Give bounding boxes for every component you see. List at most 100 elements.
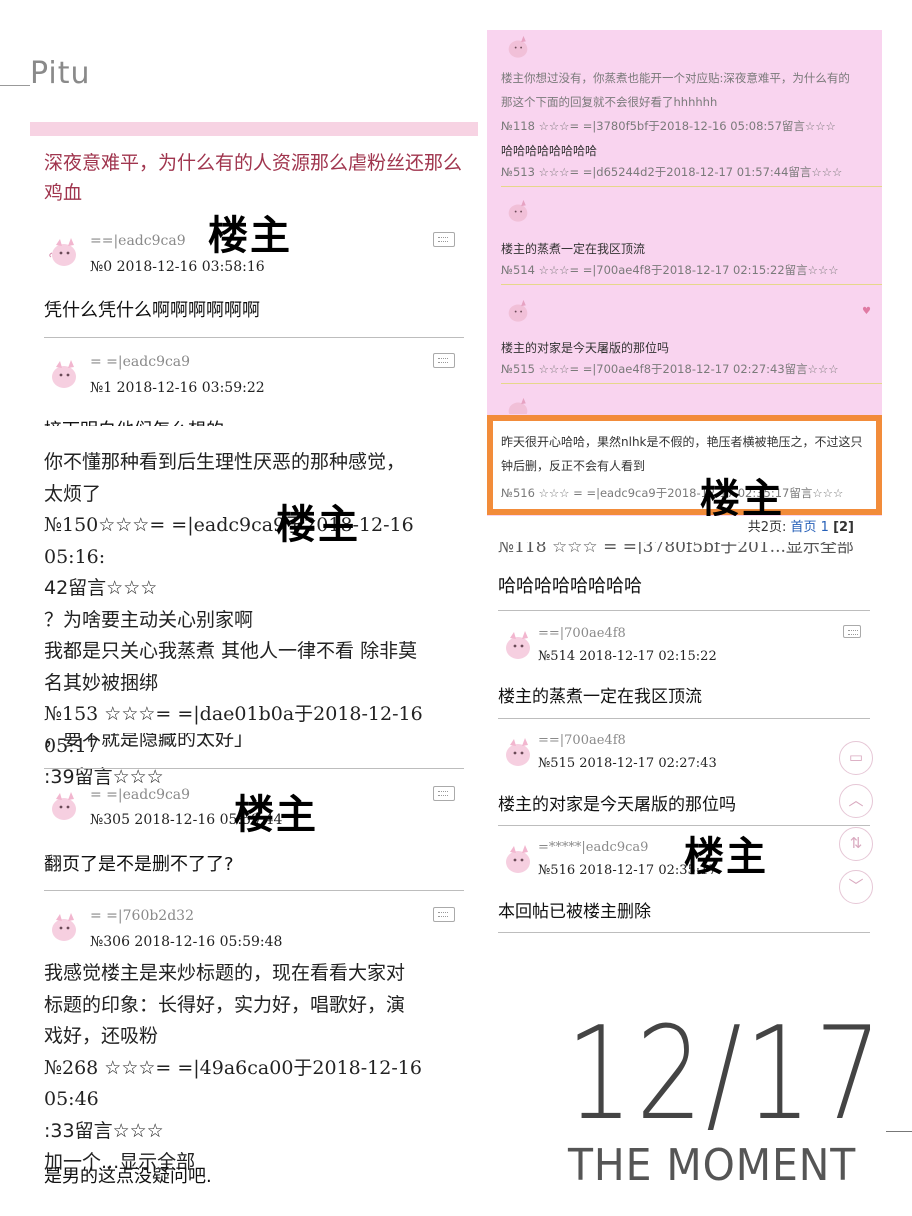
heart-icon: ♥: [862, 306, 871, 317]
post-user: = =|eadc9ca9: [90, 787, 191, 803]
reply-body: 钟后删，反正不会有人看到: [501, 459, 646, 473]
pagination: 共2页: 首页 1 [2]: [487, 516, 882, 540]
reply-body: 楼主的对家是今天屠版的那位吗: [501, 341, 670, 355]
chevron-up-icon: ︿: [848, 791, 864, 809]
louzhu-annotation: 楼主: [234, 792, 318, 838]
cut-text-clip: ，要不就是隐藏的太好」: [44, 733, 464, 750]
post-body: 翻页了是不是删不了了?: [44, 854, 234, 875]
divider: [501, 284, 882, 285]
post-user: ==|eadc9ca9: [90, 233, 186, 249]
text-line: 我都是只关心我蒸煮 其他人一律不看 除非莫: [44, 640, 418, 662]
avatar[interactable]: [46, 355, 82, 391]
date-stamp: 12/17: [566, 1000, 885, 1149]
reply-meta: №514 ☆☆☆= =|700ae4f8于2018-12-17 02:15:22…: [501, 263, 839, 277]
louzhu-annotation: 楼主: [208, 213, 292, 259]
reply-icon[interactable]: [433, 907, 455, 922]
text-line-cut: ，要不就是隐藏的太好」: [44, 733, 254, 750]
post-body: 是男的这点没疑问吧.: [44, 1166, 212, 1187]
post-meta: №515 2018-12-17 02:27:43: [538, 756, 717, 771]
divider: [44, 768, 464, 769]
divider: [44, 337, 464, 338]
post-meta: №306 2018-12-16 05:59:48: [90, 934, 283, 950]
post-body: 哈哈哈哈哈哈哈哈: [498, 576, 642, 597]
text-line: 名其妙被捆绑: [44, 671, 159, 694]
reply-meta: №516 ☆☆☆ = =|eadc9ca9于2018-12-17 02:35:1…: [501, 486, 844, 500]
refresh-icon: ⇅: [849, 834, 863, 852]
avatar: [503, 296, 533, 324]
quote-meta: №118 ☆☆☆= =|3780f5bf于2018-12-16 05:08:57…: [501, 119, 836, 133]
divider: [44, 890, 464, 891]
reply-icon[interactable]: [843, 625, 861, 638]
text-line: 戏好，还吸粉: [44, 1025, 159, 1047]
quoted-comments-2: 我感觉楼主是来炒标题的，现在看看大家对 标题的印象：长得好，实力好，唱歌好，演 …: [44, 958, 474, 1179]
post-user: ==|700ae4f8: [538, 733, 626, 748]
post-body: 凭什么凭什么啊啊啊啊啊啊: [44, 300, 260, 321]
text-line: №268 ☆☆☆= =|49a6ca00于2018-12-16 05:46: [44, 1056, 422, 1111]
thread-title: 深夜意难平，为什么有的人资源那么虐粉丝还那么鸡血: [44, 152, 463, 204]
divider: [501, 383, 882, 384]
moment-caption: THE MOMENT: [568, 1140, 857, 1191]
quote-line: 楼主你想过没有，你蒸煮也能开一个对应贴:深夜意难平，为什么有的: [501, 71, 850, 85]
avatar[interactable]: [500, 733, 536, 769]
post-body: 本回帖已被楼主删除: [498, 902, 651, 922]
post-user: ==|700ae4f8: [538, 626, 626, 641]
avatar: [503, 32, 533, 60]
avatar[interactable]: [46, 908, 82, 944]
reply-body: 楼主的蒸煮一定在我区顶流: [501, 242, 646, 256]
comment-icon: ▭: [848, 748, 864, 766]
avatar[interactable]: [46, 787, 82, 823]
date-rule: [886, 1131, 912, 1132]
reply-body: 昨天很开心哈哈，果然nlhk是不假的，艳压者横被艳压之，不过这只: [501, 435, 863, 449]
text-line: №150☆☆☆= =|eadc9ca9于2018-12-16 05:16:: [44, 514, 414, 568]
reply-icon[interactable]: [433, 353, 455, 368]
quote-line: 那这个下面的回复就不会很好看了hhhhhh: [501, 95, 718, 109]
chevron-down-icon: ﹀: [848, 877, 864, 895]
text-line: 42留言☆☆☆: [44, 577, 158, 599]
reply-body: 哈哈哈哈哈哈哈哈: [501, 144, 598, 158]
text-line: 你不懂那种看到后生理性厌恶的那种感觉，: [44, 451, 406, 473]
louzhu-annotation: 楼主: [276, 502, 360, 548]
text-line: :33留言☆☆☆: [44, 1119, 164, 1142]
scroll-top-button[interactable]: ︿: [839, 784, 873, 818]
text-line: ？为啥要主动关心别家啊: [44, 608, 254, 631]
scroll-bottom-button[interactable]: ﹀: [839, 870, 873, 904]
avatar[interactable]: [500, 840, 536, 876]
divider: [498, 932, 870, 933]
highlighted-post: 昨天很开心哈哈，果然nlhk是不假的，艳压者横被艳压之，不过这只 钟后删，反正不…: [487, 415, 882, 515]
reply-meta: №515 ☆☆☆= =|700ae4f8于2018-12-17 02:27:43…: [501, 362, 839, 376]
pager-current: [2]: [833, 520, 854, 535]
post-user: =*****|eadc9ca9: [538, 840, 649, 855]
text-line: 太烦了: [44, 482, 102, 505]
avatar[interactable]: [500, 626, 536, 662]
cut-text-clip: №118 ☆☆☆ = =|3780f5bf于201...显示全部: [498, 542, 870, 554]
divider: [498, 718, 870, 719]
comment-float-button[interactable]: ▭: [839, 741, 873, 775]
louzhu-annotation: 楼主: [684, 834, 768, 880]
post-meta: №1 2018-12-16 03:59:22: [90, 380, 265, 396]
text-line: 我感觉楼主是来炒标题的，现在看看大家对: [44, 962, 406, 984]
post-meta: №514 2018-12-17 02:15:22: [538, 649, 717, 664]
divider: [501, 186, 882, 187]
avatar: [503, 196, 533, 224]
reply-icon[interactable]: [433, 232, 455, 247]
post-body: 楼主的对家是今天屠版的那位吗: [498, 795, 736, 815]
reply-meta: №513 ☆☆☆= =|d65244d2于2018-12-17 01:57:44…: [501, 165, 843, 179]
header-pink-bar: [30, 122, 478, 136]
post-user: = =|eadc9ca9: [90, 354, 191, 370]
brand-rule: [0, 85, 30, 86]
brand-watermark: Pitu: [30, 56, 91, 91]
divider: [498, 610, 870, 611]
avatar: [503, 394, 533, 414]
post-body-cut: 接下明白他们怎么想的: [44, 416, 224, 426]
cut-meta-line: №118 ☆☆☆ = =|3780f5bf于201...显示全部: [498, 542, 854, 554]
post-meta: №0 2018-12-16 03:58:16: [90, 259, 265, 275]
refresh-button[interactable]: ⇅: [839, 827, 873, 861]
reply-icon[interactable]: [433, 786, 455, 801]
pager-first-link[interactable]: 首页 1: [791, 520, 829, 535]
cut-text-clip: 接下明白他们怎么想的: [44, 412, 464, 426]
text-line: №153 ☆☆☆= =|dae01b0a于2018-12-16 05:17: [44, 703, 423, 757]
avatar[interactable]: [46, 233, 82, 269]
post-body: 楼主的蒸煮一定在我区顶流: [498, 687, 702, 707]
text-line: 标题的印象：长得好，实力好，唱歌好，演: [44, 993, 406, 1016]
pager-prefix: 共2页:: [747, 520, 787, 535]
